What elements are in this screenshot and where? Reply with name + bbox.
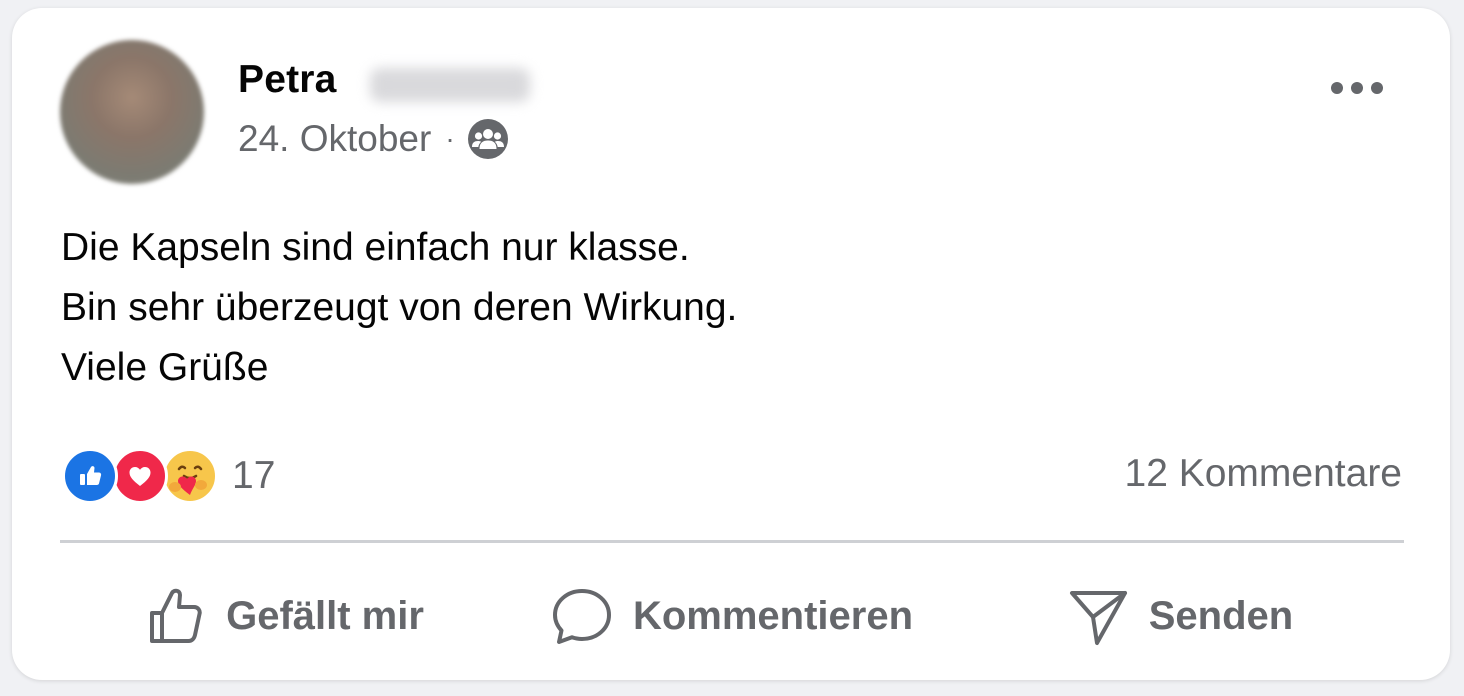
ellipsis-icon	[1331, 82, 1383, 94]
friends-icon[interactable]	[467, 118, 509, 160]
comment-button-label: Kommentieren	[632, 593, 914, 638]
care-reaction-icon	[162, 448, 218, 504]
post-meta: 24. Oktober ·	[238, 118, 509, 160]
post-text-line: Bin sehr überzeugt von deren Wirkung.	[61, 286, 738, 329]
divider	[60, 540, 1404, 543]
post-text-line: Viele Grüße	[61, 346, 269, 389]
send-icon	[1069, 591, 1127, 645]
comment-bubble-icon	[552, 589, 611, 644]
comments-count-link[interactable]: 12 Kommentare	[1125, 452, 1402, 496]
love-reaction-icon	[112, 448, 168, 504]
action-bar: Gefällt mir Kommentieren Senden	[60, 568, 1404, 664]
author-name[interactable]: Petra	[238, 58, 337, 102]
author-last-name-redacted	[370, 68, 530, 102]
like-button[interactable]: Gefällt mir	[60, 568, 508, 664]
meta-separator: ·	[445, 123, 455, 154]
avatar[interactable]	[60, 40, 204, 184]
post-date[interactable]: 24. Oktober	[238, 118, 431, 160]
post-card: Petra 24. Oktober · Die Kapseln sind ein…	[12, 8, 1450, 680]
post-text: Die Kapseln sind einfach nur klasse. Bin…	[61, 218, 737, 398]
post-text-line: Die Kapseln sind einfach nur klasse.	[61, 226, 690, 269]
reaction-count: 17	[232, 454, 276, 497]
reactions-summary[interactable]: 17	[62, 446, 275, 506]
send-button[interactable]: Senden	[956, 568, 1404, 664]
send-button-label: Senden	[1148, 593, 1294, 638]
like-reaction-icon	[62, 448, 118, 504]
thumbs-up-icon	[150, 588, 202, 643]
more-options-button[interactable]	[1312, 68, 1402, 108]
comment-button[interactable]: Kommentieren	[508, 568, 956, 664]
like-button-label: Gefällt mir	[226, 593, 424, 638]
